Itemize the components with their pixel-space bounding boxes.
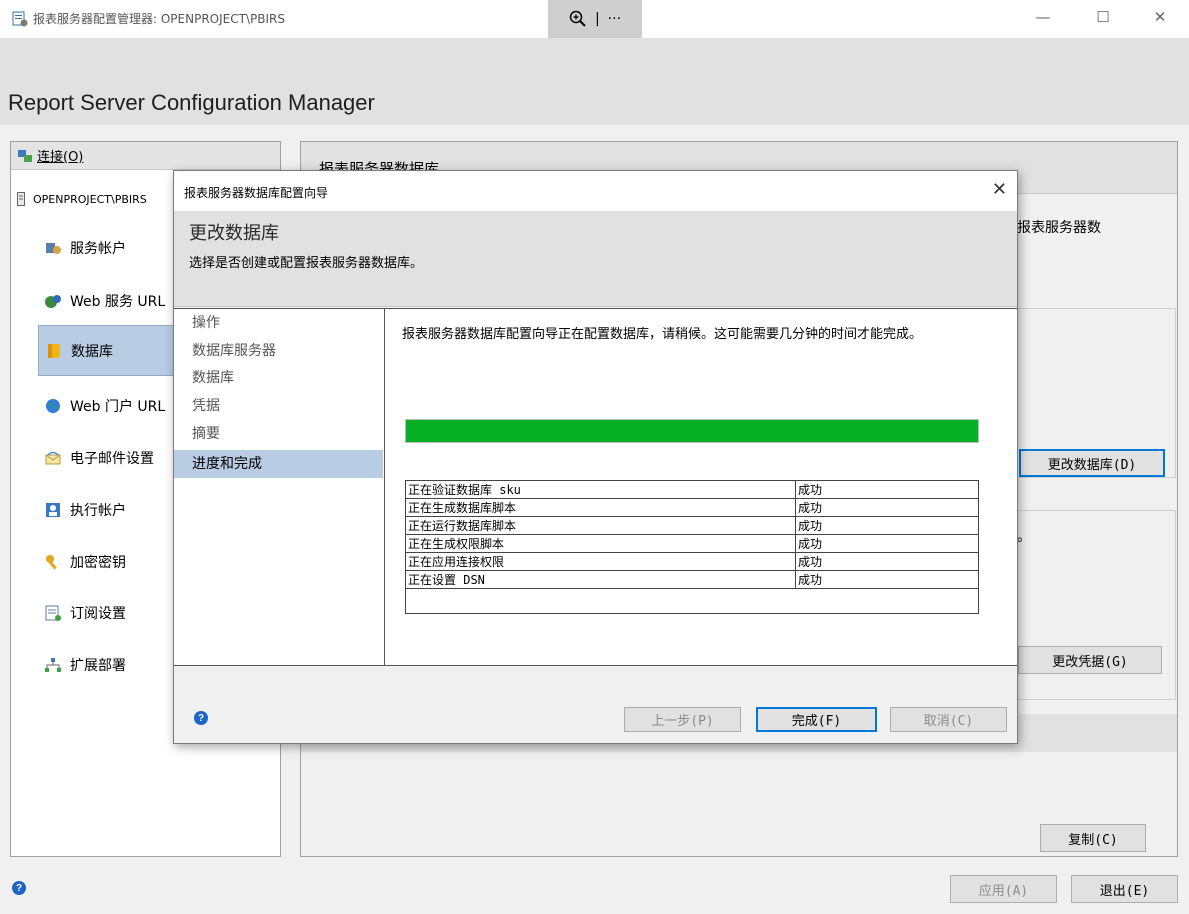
server-icon xyxy=(17,192,25,206)
scale-out-icon xyxy=(45,657,61,672)
help-icon: ? xyxy=(194,711,208,725)
email-icon xyxy=(45,451,61,464)
result-cell: 成功 xyxy=(795,480,979,499)
progress-message: 报表服务器数据库配置向导正在配置数据库，请稍候。这可能需要几分钟的时间才能完成。 xyxy=(402,327,923,342)
dialog-title: 报表服务器数据库配置向导 xyxy=(184,186,329,200)
dialog-close-button[interactable]: ✕ xyxy=(992,179,1007,200)
globe-icon xyxy=(46,398,60,413)
result-cell: 成功 xyxy=(795,534,979,553)
table-row: 正在验证数据库 sku 成功 xyxy=(405,480,979,499)
sidebar-item-label: Web 服务 URL xyxy=(70,293,166,310)
more-options-button[interactable]: ··· xyxy=(608,11,621,27)
key-icon xyxy=(46,554,57,569)
empty-cell xyxy=(405,588,979,614)
wizard-main-panel: 报表服务器数据库配置向导正在配置数据库，请稍候。这可能需要几分钟的时间才能完成。… xyxy=(385,308,1017,666)
table-row: 正在设置 DSN 成功 xyxy=(405,570,979,589)
connect-label: 连接(O) xyxy=(37,150,84,165)
apply-button[interactable]: 应用(A) xyxy=(950,875,1057,903)
sidebar-item-label: 加密密钥 xyxy=(70,554,126,571)
sidebar-item-web-portal-url[interactable]: Web 门户 URL xyxy=(38,380,182,431)
exit-button[interactable]: 退出(E) xyxy=(1071,875,1178,903)
step-action[interactable]: 操作 xyxy=(174,309,383,337)
step-progress-and-finish[interactable]: 进度和完成 xyxy=(174,450,383,478)
table-row xyxy=(405,588,979,614)
sidebar-item-label: 电子邮件设置 xyxy=(70,450,154,467)
cancel-button[interactable]: 取消(C) xyxy=(890,707,1007,732)
close-button[interactable]: ✕ xyxy=(1150,8,1170,26)
table-row: 正在生成权限脚本 成功 xyxy=(405,534,979,553)
sidebar-item-label: Web 门户 URL xyxy=(70,398,166,415)
sidebar-item-label: 订阅设置 xyxy=(70,605,126,622)
server-node[interactable]: OPENPROJECT\PBIRS xyxy=(17,192,147,206)
progress-bar xyxy=(405,419,979,443)
app-header: Report Server Configuration Manager xyxy=(0,38,1189,125)
service-account-icon xyxy=(46,242,61,254)
table-row: 正在生成数据库脚本 成功 xyxy=(405,498,979,517)
database-icon xyxy=(48,343,60,358)
sidebar-item-label: 服务帐户 xyxy=(70,240,126,257)
dialog-header: 更改数据库 选择是否创建或配置报表服务器数据库。 xyxy=(174,211,1017,307)
credentials-description-text: 。 xyxy=(1017,529,1031,545)
change-credentials-button[interactable]: 更改凭据(G) xyxy=(1018,646,1162,674)
step-summary[interactable]: 摘要 xyxy=(174,420,383,448)
result-cell: 成功 xyxy=(795,570,979,589)
wizard-steps: 操作 数据库服务器 数据库 凭据 摘要 进度和完成 xyxy=(174,308,385,666)
dialog-title-bar: 报表服务器数据库配置向导 ✕ xyxy=(174,171,1017,211)
database-description-text: 报表服务器数 xyxy=(1017,220,1101,236)
dialog-header-title: 更改数据库 xyxy=(189,223,279,244)
task-cell: 正在运行数据库脚本 xyxy=(405,516,796,535)
sidebar-item-encryption-keys[interactable]: 加密密钥 xyxy=(38,536,182,587)
task-cell: 正在验证数据库 sku xyxy=(405,480,796,499)
sidebar-item-scale-out-deployment[interactable]: 扩展部署 xyxy=(38,639,182,690)
subscription-icon xyxy=(45,605,61,621)
window-title: 报表服务器配置管理器: OPENPROJECT\PBIRS xyxy=(33,12,285,26)
table-row: 正在应用连接权限 成功 xyxy=(405,552,979,571)
dialog-help-button[interactable]: ? xyxy=(194,711,208,725)
task-cell: 正在生成权限脚本 xyxy=(405,534,796,553)
sidebar-item-label: 执行帐户 xyxy=(70,502,126,519)
sidebar-item-label: 数据库 xyxy=(71,343,113,360)
server-name: OPENPROJECT\PBIRS xyxy=(33,192,147,206)
copy-button[interactable]: 复制(C) xyxy=(1040,824,1146,852)
help-icon: ? xyxy=(12,881,26,895)
connect-button[interactable]: 连接(O) xyxy=(11,142,280,170)
task-cell: 正在设置 DSN xyxy=(405,570,796,589)
back-button[interactable]: 上一步(P) xyxy=(624,707,741,732)
result-cell: 成功 xyxy=(795,516,979,535)
title-bar: 报表服务器配置管理器: OPENPROJECT\PBIRS | ··· — ☐ … xyxy=(0,0,1189,38)
sidebar-item-database[interactable]: 数据库 xyxy=(38,325,182,376)
task-cell: 正在应用连接权限 xyxy=(405,552,796,571)
sidebar-item-label: 扩展部署 xyxy=(70,657,126,674)
table-row: 正在运行数据库脚本 成功 xyxy=(405,516,979,535)
connect-icon xyxy=(18,149,32,162)
finish-button[interactable]: 完成(F) xyxy=(756,707,877,732)
sidebar-item-service-account[interactable]: 服务帐户 xyxy=(38,222,182,273)
task-cell: 正在生成数据库脚本 xyxy=(405,498,796,517)
app-title: Report Server Configuration Manager xyxy=(8,90,375,115)
app-icon xyxy=(12,11,28,27)
result-cell: 成功 xyxy=(795,498,979,517)
zoom-toolbar: | ··· xyxy=(548,0,642,38)
step-database-server[interactable]: 数据库服务器 xyxy=(174,337,383,365)
status-table: 正在验证数据库 sku 成功 正在生成数据库脚本 成功 正在运行数据库脚本 成功… xyxy=(405,480,979,614)
sidebar-item-subscription-settings[interactable]: 订阅设置 xyxy=(38,587,182,638)
step-database[interactable]: 数据库 xyxy=(174,364,383,392)
toolbar-divider: | xyxy=(594,11,600,27)
step-credentials[interactable]: 凭据 xyxy=(174,392,383,420)
change-database-button[interactable]: 更改数据库(D) xyxy=(1019,449,1165,477)
database-config-wizard: 报表服务器数据库配置向导 ✕ 更改数据库 选择是否创建或配置报表服务器数据库。 … xyxy=(173,170,1018,744)
progress-bar-fill xyxy=(406,420,978,442)
help-button[interactable]: ? xyxy=(12,881,26,895)
minimize-button[interactable]: — xyxy=(1033,8,1053,26)
web-service-icon xyxy=(45,294,61,308)
sidebar-item-web-service-url[interactable]: Web 服务 URL xyxy=(38,275,182,326)
sidebar-item-execution-account[interactable]: 执行帐户 xyxy=(38,484,182,535)
result-cell: 成功 xyxy=(795,552,979,571)
maximize-button[interactable]: ☐ xyxy=(1093,8,1113,26)
execution-account-icon xyxy=(46,502,60,517)
zoom-in-icon[interactable] xyxy=(569,10,587,28)
dialog-header-subtitle: 选择是否创建或配置报表服务器数据库。 xyxy=(189,256,424,271)
sidebar-item-email-settings[interactable]: 电子邮件设置 xyxy=(38,432,182,483)
